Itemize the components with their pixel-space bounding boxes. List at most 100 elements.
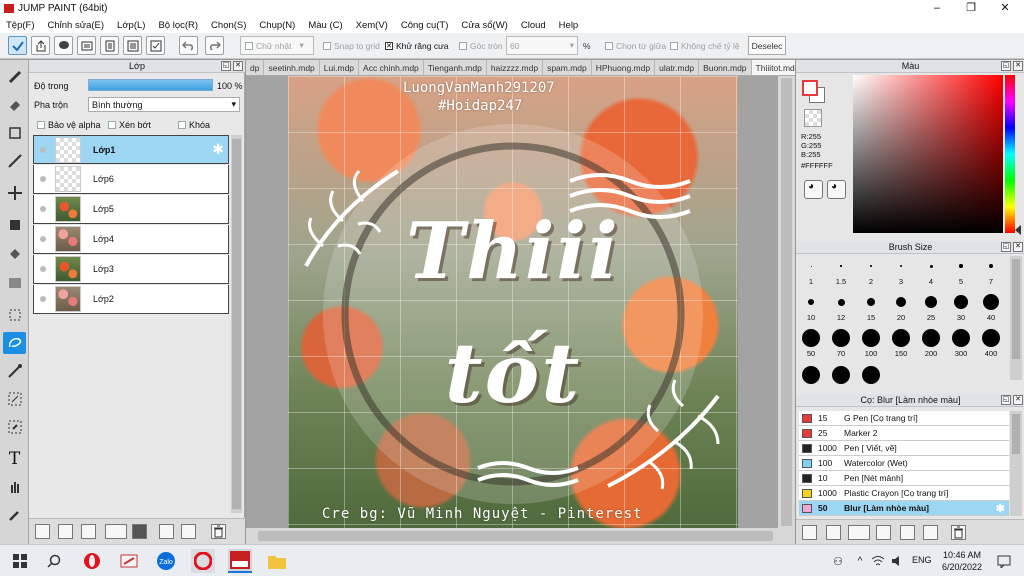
gradient-tool[interactable] bbox=[3, 272, 26, 294]
clock[interactable]: 10:46 AM 6/20/2022 bbox=[938, 549, 986, 573]
menu-select[interactable]: Chọn(S) bbox=[211, 20, 246, 31]
doc-tab[interactable]: spam.mdp bbox=[543, 60, 592, 75]
doc-tab[interactable]: dp bbox=[246, 60, 265, 75]
doc-tab[interactable]: HPhuong.mdp bbox=[592, 60, 656, 75]
brush-size-cell[interactable]: 150 bbox=[888, 328, 914, 358]
brush-size-cell[interactable] bbox=[798, 366, 824, 384]
opera-gx-taskbar-button[interactable] bbox=[191, 549, 215, 573]
scrollbar-thumb[interactable] bbox=[781, 78, 792, 526]
lock-checkbox[interactable]: Khóa bbox=[178, 120, 210, 130]
brush-size-scrollbar[interactable] bbox=[1010, 256, 1022, 380]
zalo-taskbar-button[interactable]: Zalo bbox=[154, 549, 178, 573]
hand-tool[interactable] bbox=[3, 476, 26, 498]
canvas-vscroll[interactable] bbox=[778, 76, 795, 528]
rect-select-tool[interactable] bbox=[3, 122, 26, 144]
close-panel-icon[interactable]: ✕ bbox=[1013, 61, 1023, 71]
brush-size-cell[interactable]: 2 bbox=[858, 256, 884, 286]
deselect-button[interactable]: Deselec bbox=[748, 36, 786, 55]
brush-row[interactable]: 1000 Plastic Crayon [Cọ trang trí] bbox=[799, 486, 1009, 501]
visibility-icon[interactable] bbox=[40, 146, 46, 153]
transparent-color-swatch[interactable] bbox=[804, 109, 822, 127]
brush-size-cell[interactable]: 25 bbox=[918, 292, 944, 322]
hue-slider-handle[interactable] bbox=[1015, 225, 1021, 235]
float-panel-icon[interactable]: ◱ bbox=[221, 61, 231, 71]
layer-row[interactable]: Lớp4 bbox=[33, 225, 229, 254]
doc-tab[interactable]: Buonn.mdp bbox=[699, 60, 752, 75]
brush-size-cell[interactable]: 200 bbox=[918, 328, 944, 358]
menu-help[interactable]: Help bbox=[559, 20, 579, 31]
brush-list-scrollbar[interactable] bbox=[1010, 411, 1022, 516]
minimize-button[interactable]: – bbox=[920, 0, 954, 17]
doc-tab[interactable]: Lui.mdp bbox=[320, 60, 360, 75]
brush-size-cell[interactable]: 1.5 bbox=[828, 256, 854, 286]
protect-alpha-checkbox[interactable]: Bảo vệ alpha bbox=[37, 120, 101, 130]
redo-button[interactable] bbox=[205, 36, 224, 55]
brush-size-cell[interactable]: 400 bbox=[978, 328, 1004, 358]
brush-size-cell[interactable]: 4 bbox=[918, 256, 944, 286]
layer-row[interactable]: Lớp1 ✱ bbox=[33, 135, 229, 164]
menu-view[interactable]: Xem(V) bbox=[356, 20, 388, 31]
visibility-icon[interactable] bbox=[40, 296, 46, 302]
brush-size-cell[interactable]: 70 bbox=[828, 328, 854, 358]
search-button[interactable] bbox=[42, 549, 66, 573]
layer-scrollbar[interactable] bbox=[231, 135, 242, 513]
fill-rect-tool[interactable] bbox=[3, 214, 26, 236]
brush-row[interactable]: 15 G Pen [Cọ trang trí] bbox=[799, 411, 1009, 426]
select-pen-tool[interactable] bbox=[3, 388, 26, 410]
notification-button[interactable] bbox=[992, 549, 1016, 573]
close-panel-icon[interactable]: ✕ bbox=[233, 61, 243, 71]
line-tool[interactable] bbox=[3, 150, 26, 172]
gear-icon[interactable]: ✱ bbox=[212, 141, 224, 158]
delete-brush-button[interactable] bbox=[951, 525, 966, 540]
cloud-sync-button[interactable] bbox=[8, 36, 27, 55]
color-set-button[interactable]: ◕ bbox=[827, 180, 846, 199]
magic-wand-tool[interactable] bbox=[3, 360, 26, 382]
visibility-icon[interactable] bbox=[40, 236, 46, 242]
brush-size-cell[interactable]: 12 bbox=[828, 292, 854, 322]
doc-tab[interactable]: ulatr.mdp bbox=[655, 60, 700, 75]
move-tool[interactable] bbox=[3, 182, 26, 204]
close-panel-icon[interactable]: ✕ bbox=[1013, 242, 1023, 252]
undo-button[interactable] bbox=[179, 36, 198, 55]
add-layer-dropdown[interactable] bbox=[105, 524, 127, 539]
doc-tab-active[interactable]: Thiiitot.mdp bbox=[751, 60, 795, 75]
float-panel-icon[interactable]: ◱ bbox=[1001, 395, 1011, 405]
brush-size-cell[interactable]: 1 bbox=[798, 256, 824, 286]
add-brush-dropdown[interactable] bbox=[848, 525, 870, 540]
brush-size-cell[interactable]: 15 bbox=[858, 292, 884, 322]
clipping-checkbox[interactable]: Xén bớt bbox=[108, 120, 151, 130]
doc-tab[interactable]: Tienganh.mdp bbox=[424, 60, 487, 75]
blend-select[interactable]: Bình thường ▾ bbox=[88, 97, 240, 112]
lasso-tool[interactable] bbox=[3, 332, 26, 354]
brush-row[interactable]: 10 Pen [Nét mảnh] bbox=[799, 471, 1009, 486]
bucket-tool[interactable] bbox=[3, 244, 26, 266]
menu-window[interactable]: Cửa sổ(W) bbox=[461, 20, 507, 31]
visibility-icon[interactable] bbox=[40, 176, 46, 182]
brush-tool[interactable] bbox=[3, 66, 26, 88]
round-corner-checkbox[interactable]: Góc tròn bbox=[459, 36, 503, 55]
doc-tab[interactable]: Acc chinh.mdp bbox=[359, 60, 424, 75]
brush-folder-button[interactable] bbox=[900, 525, 915, 540]
brush-size-cell[interactable]: 40 bbox=[978, 292, 1004, 322]
start-button[interactable] bbox=[8, 549, 32, 573]
layer-row[interactable]: Lớp3 bbox=[33, 255, 229, 284]
gear-icon[interactable]: ✱ bbox=[996, 502, 1005, 515]
menu-edit[interactable]: Chỉnh sửa(E) bbox=[48, 20, 105, 31]
maximize-button[interactable]: ❐ bbox=[954, 0, 988, 17]
menu-color[interactable]: Màu (C) bbox=[308, 20, 342, 31]
list-button[interactable] bbox=[123, 36, 142, 55]
float-panel-icon[interactable]: ◱ bbox=[1001, 61, 1011, 71]
color-picker-area[interactable] bbox=[853, 75, 1003, 233]
close-button[interactable]: ✕ bbox=[988, 0, 1022, 17]
brush-duplicate-button[interactable] bbox=[923, 525, 938, 540]
brush-row[interactable]: 50 Blur [Làm nhòe màu] ✱ bbox=[799, 501, 1009, 516]
primary-color-swatch[interactable] bbox=[802, 80, 818, 96]
round-corner-input[interactable]: 60 ▾ bbox=[506, 36, 578, 55]
new-layer-button[interactable] bbox=[35, 524, 50, 539]
shape-select[interactable]: Chữ nhật ▾ bbox=[240, 36, 314, 55]
float-panel-icon[interactable]: ◱ bbox=[1001, 242, 1011, 252]
document-button[interactable] bbox=[100, 36, 119, 55]
brush-size-cell[interactable]: 20 bbox=[888, 292, 914, 322]
merge-layer-button[interactable] bbox=[181, 524, 196, 539]
eraser-tool[interactable] bbox=[3, 94, 26, 116]
